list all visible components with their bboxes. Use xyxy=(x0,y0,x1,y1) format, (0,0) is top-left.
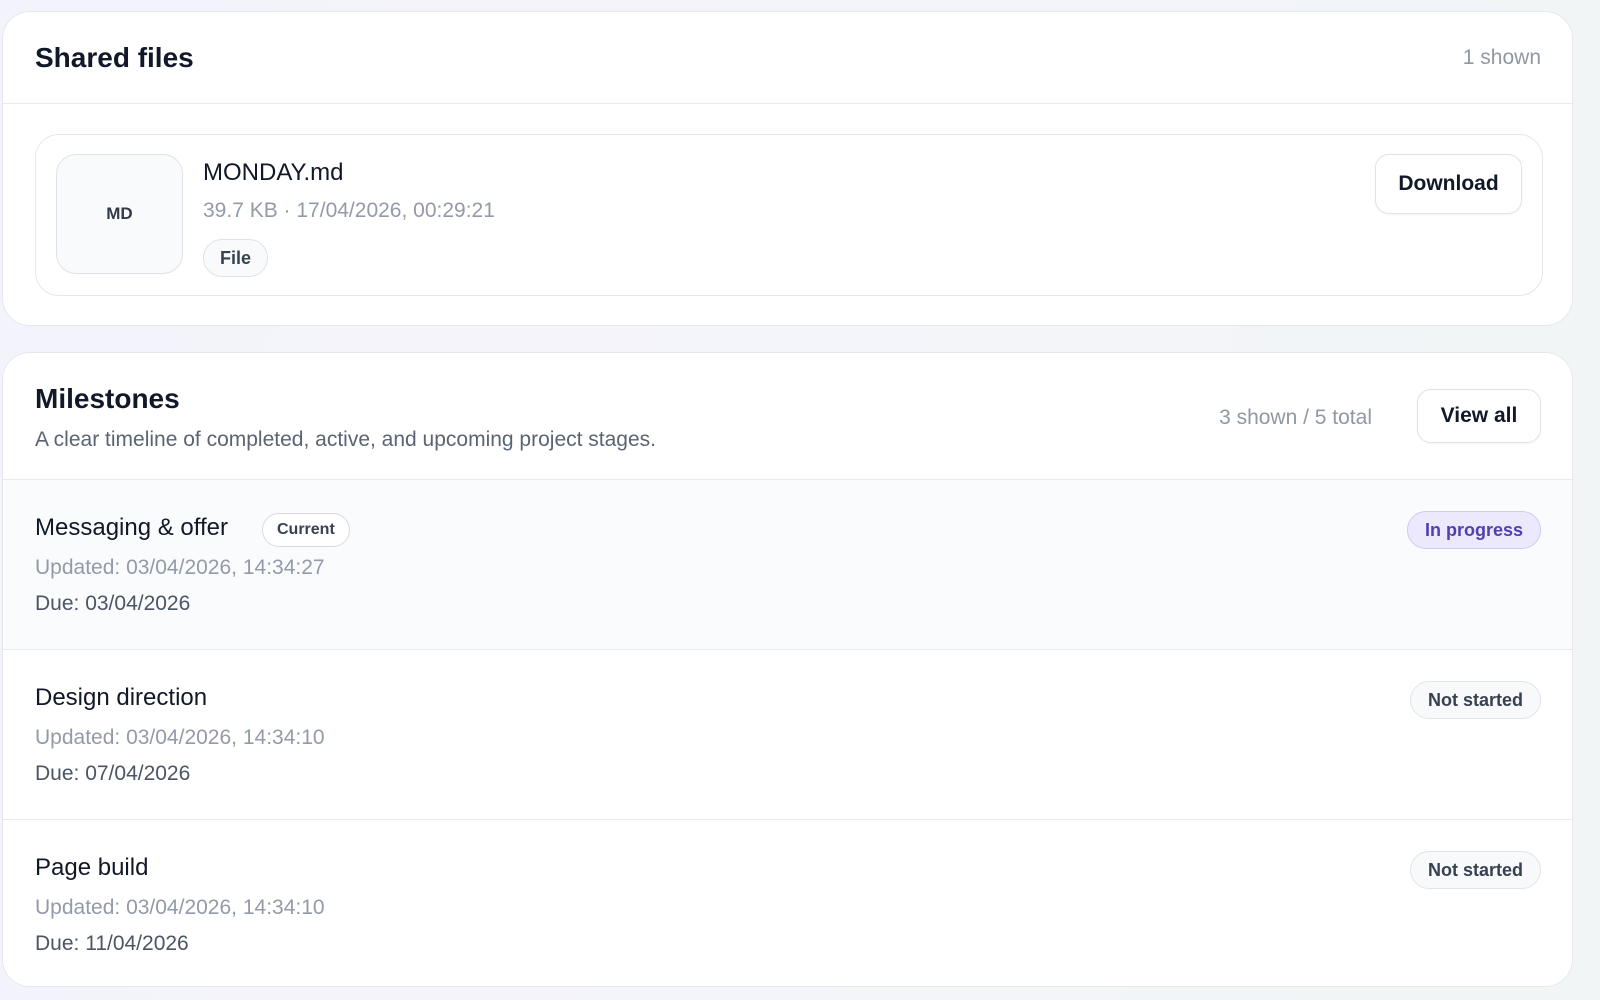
download-button[interactable]: Download xyxy=(1375,154,1522,214)
view-all-button[interactable]: View all xyxy=(1417,389,1541,443)
milestone-updated: Updated: 03/04/2026, 14:34:10 xyxy=(35,726,325,749)
milestone-title: Design direction xyxy=(35,684,208,711)
shared-files-count: 1 shown xyxy=(1462,46,1541,69)
milestones-card: Milestones A clear timeline of completed… xyxy=(2,352,1573,987)
milestone-item[interactable]: Design direction Updated: 03/04/2026, 14… xyxy=(3,650,1572,820)
shared-files-card: Shared files 1 shown MD MONDAY.md 39.7 K… xyxy=(2,11,1573,326)
file-item[interactable]: MD MONDAY.md 39.7 KB · 17/04/2026, 00:29… xyxy=(35,134,1543,296)
current-badge: Current xyxy=(262,513,350,547)
status-badge: In progress xyxy=(1406,511,1541,549)
file-name[interactable]: MONDAY.md xyxy=(203,159,343,187)
file-type-tag: File xyxy=(203,239,269,277)
milestone-due: Due: 03/04/2026 xyxy=(35,592,191,615)
milestone-item[interactable]: Messaging & offer Current Updated: 03/04… xyxy=(3,480,1572,650)
file-meta: 39.7 KB · 17/04/2026, 00:29:21 xyxy=(203,199,495,222)
milestone-title: Messaging & offer xyxy=(35,514,228,541)
milestone-due: Due: 11/04/2026 xyxy=(35,932,189,955)
milestone-updated: Updated: 03/04/2026, 14:34:27 xyxy=(35,556,325,579)
milestone-updated: Updated: 03/04/2026, 14:34:10 xyxy=(35,896,325,919)
shared-files-header: Shared files 1 shown xyxy=(3,12,1572,104)
milestones-count: 3 shown / 5 total xyxy=(1219,406,1372,429)
milestone-title: Page build xyxy=(35,854,149,881)
status-badge: Not started xyxy=(1409,681,1541,719)
status-badge: Not started xyxy=(1409,851,1541,889)
milestones-header: Milestones A clear timeline of completed… xyxy=(3,353,1572,480)
milestone-due: Due: 07/04/2026 xyxy=(35,762,191,785)
milestones-subtitle: A clear timeline of completed, active, a… xyxy=(35,428,656,451)
milestone-item[interactable]: Page build Updated: 03/04/2026, 14:34:10… xyxy=(3,820,1572,986)
milestones-title: Milestones xyxy=(35,383,180,414)
file-type-icon: MD xyxy=(56,154,183,274)
shared-files-title: Shared files xyxy=(35,42,194,73)
